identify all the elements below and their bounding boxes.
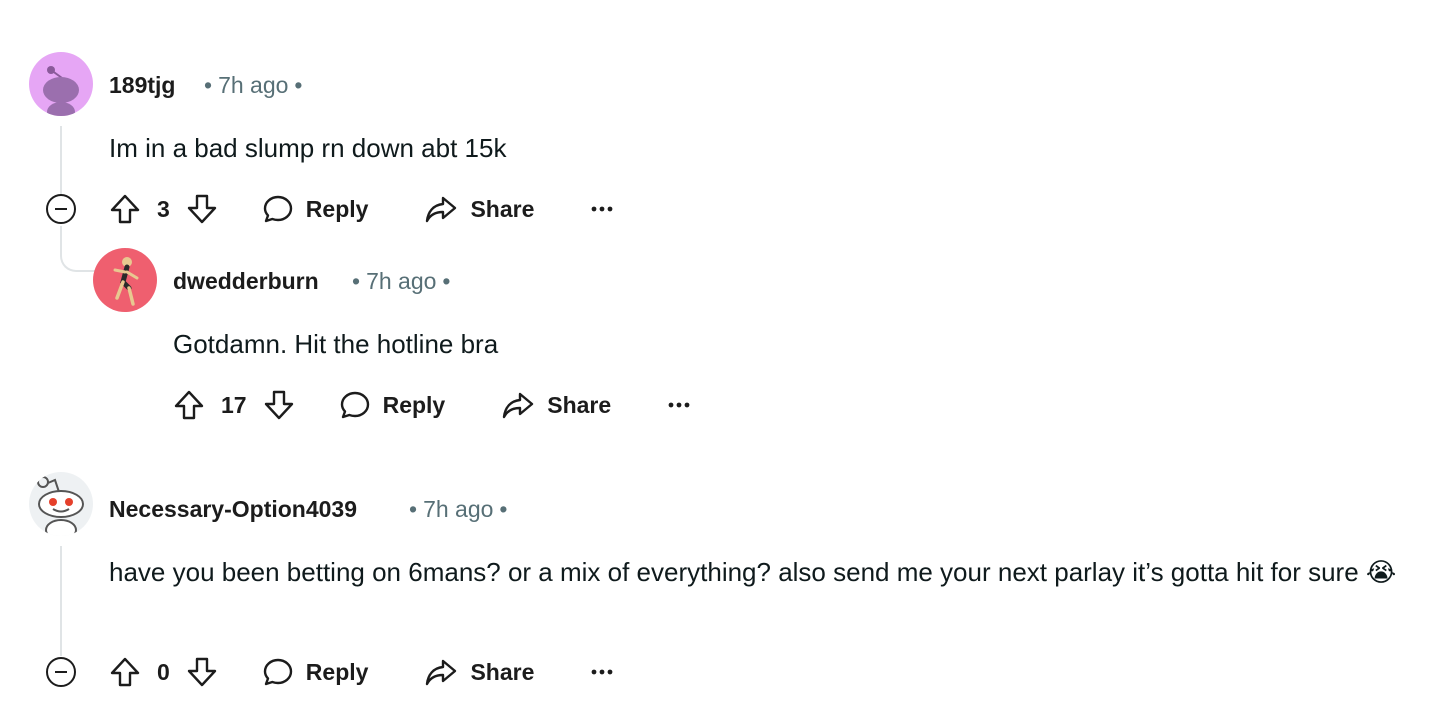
more-dots-icon [591,669,613,675]
reply-button[interactable]: Reply [262,656,369,688]
comment-meta: • 7h ago • [346,267,456,295]
downvote-arrow-icon [264,390,293,420]
upvote-button[interactable] [173,389,205,421]
comment-bubble-icon [263,195,292,223]
vote-count: 0 [157,658,170,685]
comment-actions: 3 Reply Share [109,189,614,229]
comment-body: Gotdamn. Hit the hotline bra [173,329,499,359]
comment-actions: 17 Reply Share [173,385,691,425]
vote-count: 17 [221,391,247,418]
reply-button[interactable]: Reply [339,389,446,421]
username[interactable]: dwedderburn [173,267,319,295]
thread-connector [60,226,96,272]
vote-count: 3 [157,195,170,222]
meta-dot: • [204,72,213,98]
more-dots-icon [668,402,690,408]
collapse-thread-button[interactable] [46,657,76,687]
more-options-button[interactable] [590,197,614,221]
comment-body: Im in a bad slump rn down abt 15k [109,133,507,163]
share-arrow-icon [503,392,534,419]
share-label: Share [547,391,612,418]
avatar[interactable] [93,248,157,312]
share-button[interactable]: Share [424,656,534,688]
more-options-button[interactable] [590,660,614,684]
snoo-avatar-icon [113,257,139,306]
comment-meta: • 7h ago • [198,71,308,99]
username[interactable]: Necessary-Option4039 [109,495,357,523]
reply-label: Reply [305,195,369,222]
share-button[interactable]: Share [501,389,611,421]
reply-button[interactable]: Reply [262,193,369,225]
upvote-arrow-icon [174,390,204,420]
upvote-button[interactable] [109,656,141,688]
meta-dot: • [352,268,361,294]
meta-dot: • [409,496,418,522]
snoo-avatar-icon [37,476,84,536]
downvote-button[interactable] [263,389,295,421]
avatar[interactable] [29,52,93,116]
more-options-button[interactable] [667,393,691,417]
upvote-arrow-icon [110,194,140,224]
reply-label: Reply [305,658,369,685]
comment-actions: 0 Reply Share [109,652,614,692]
share-button[interactable]: Share [424,193,534,225]
meta-dot: • [294,72,303,98]
collapse-thread-button[interactable] [46,194,76,224]
share-label: Share [470,658,535,685]
downvote-button[interactable] [186,656,218,688]
reply-label: Reply [382,391,446,418]
timestamp[interactable]: 7h ago [218,72,288,98]
upvote-button[interactable] [109,193,141,225]
timestamp[interactable]: 7h ago [423,496,493,522]
downvote-arrow-icon [187,194,216,224]
downvote-arrow-icon [187,657,216,687]
downvote-button[interactable] [186,193,218,225]
snoo-avatar-icon [43,66,79,116]
comment-bubble-icon [340,391,369,419]
meta-dot: • [442,268,451,294]
thread-line [60,126,62,196]
thread-line [60,546,62,656]
comment-bubble-icon [263,658,292,686]
comment-meta: • 7h ago • [403,495,513,523]
meta-dot: • [499,496,508,522]
share-arrow-icon [426,196,457,223]
comment-body: have you been betting on 6mans? or a mix… [109,557,1397,587]
share-label: Share [470,195,535,222]
username[interactable]: 189tjg [109,71,175,99]
timestamp[interactable]: 7h ago [366,268,436,294]
share-arrow-icon [426,659,457,686]
upvote-arrow-icon [110,657,140,687]
avatar[interactable] [29,472,93,536]
more-dots-icon [591,206,613,212]
